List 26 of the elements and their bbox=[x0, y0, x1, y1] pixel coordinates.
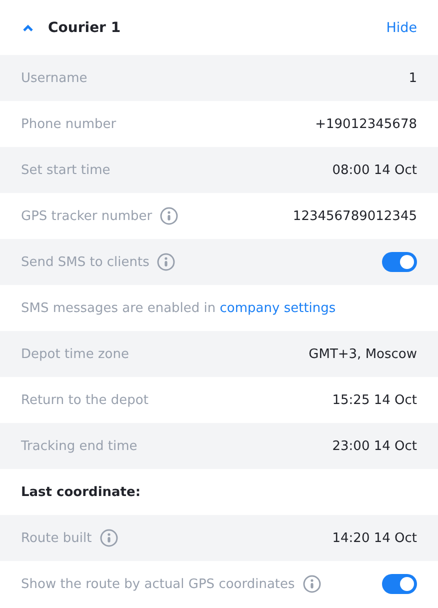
field-label: Depot time zone bbox=[21, 346, 129, 362]
field-label: Return to the depot bbox=[21, 392, 148, 408]
toggle-switch[interactable] bbox=[382, 252, 417, 272]
field-value: +19012345678 bbox=[315, 116, 417, 132]
field-label: GPS tracker number bbox=[21, 208, 152, 224]
field-value: 15:25 14 Oct bbox=[332, 392, 417, 408]
courier-title: Courier 1 bbox=[48, 20, 122, 36]
chevron-icon[interactable] bbox=[22, 24, 34, 32]
field-value: GMT+3, Moscow bbox=[308, 346, 417, 362]
field-label: Route built bbox=[21, 530, 92, 546]
field-value: 23:00 14 Oct bbox=[332, 438, 417, 454]
field-label: Phone number bbox=[21, 116, 116, 132]
sms-note: SMS messages are enabled in company settings bbox=[21, 300, 336, 316]
field-value: 08:00 14 Oct bbox=[332, 162, 417, 178]
field-value: 123456789012345 bbox=[292, 208, 417, 224]
field-label: Send SMS to clients bbox=[21, 254, 150, 270]
toggle-switch[interactable] bbox=[382, 574, 417, 594]
field-value: 1 bbox=[408, 70, 417, 86]
field-label: Username bbox=[21, 70, 88, 86]
hide-link[interactable]: Hide bbox=[386, 20, 417, 36]
field-label: Show the route by actual GPS coordinates bbox=[21, 576, 295, 592]
field-label: Set start time bbox=[21, 162, 110, 178]
field-value: 14:20 14 Oct bbox=[332, 530, 417, 546]
field-label: Tracking end time bbox=[21, 438, 138, 454]
section-heading: Last coordinate: bbox=[21, 484, 141, 500]
company-settings-link[interactable]: company settings bbox=[220, 300, 336, 316]
